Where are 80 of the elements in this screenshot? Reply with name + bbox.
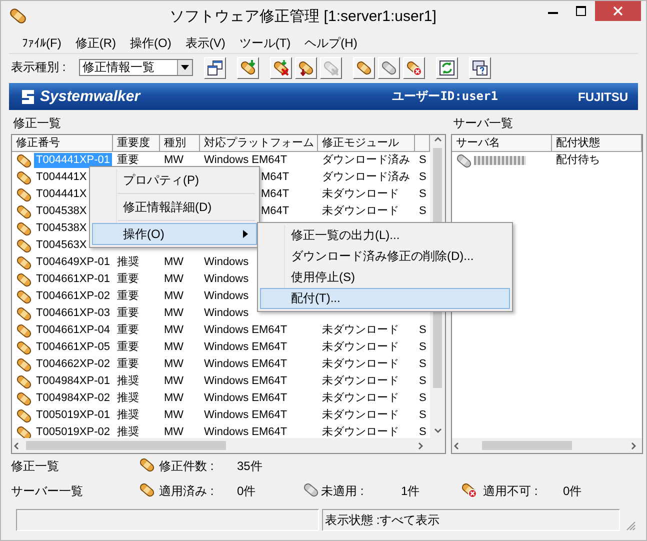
table-cell: M64T [261, 171, 290, 183]
count-label: 適用済み : [159, 483, 215, 500]
summary-label: 修正一覧 [11, 458, 60, 475]
table-cell: 未ダウンロード [322, 205, 399, 217]
status-text: 表示状態 :すべて表示 [322, 509, 620, 531]
table-cell: 重要 [117, 154, 139, 166]
table-cell: 未ダウンロード [322, 341, 399, 353]
table-cell: 推奨 [117, 426, 139, 438]
user-id: ユーザーID:user1 [392, 88, 498, 105]
table-cell: S [419, 205, 426, 217]
table-cell: Windows EM64T [204, 324, 288, 336]
table-cell: Windows EM64T [204, 375, 288, 387]
table-cell: 配付待ち [556, 154, 600, 166]
table-cell: S [419, 426, 426, 438]
table-cell: Windows [204, 256, 249, 268]
table-cell: MW [164, 290, 184, 302]
table-cell: ダウンロード済み [322, 154, 410, 166]
table-cell: MW [164, 307, 184, 319]
table-cell: 未ダウンロード [322, 324, 399, 336]
table-cell: 重要 [117, 290, 139, 302]
count-label: 修正件数 : [159, 458, 215, 475]
table-cell: 推奨 [117, 375, 139, 387]
table-cell: S [419, 324, 426, 336]
table-cell: 推奨 [117, 409, 139, 421]
table-cell: Windows EM64T [204, 409, 288, 421]
table-cell: S [419, 409, 426, 421]
table-cell: MW [164, 154, 184, 166]
pane-title: 修正一覧 [12, 115, 62, 132]
table-cell: Windows EM64T [204, 154, 288, 166]
table-cell: 未ダウンロード [322, 392, 399, 404]
table-cell: 重要 [117, 307, 139, 319]
count-value: 0件 [237, 483, 257, 500]
table-cell: 推奨 [117, 392, 139, 404]
table-cell: Windows [204, 273, 249, 285]
table-cell: 未ダウンロード [322, 358, 399, 370]
table-cell: 重要 [117, 273, 139, 285]
vendor-logo: FUJITSU [578, 90, 628, 104]
table-cell: 推奨 [117, 256, 139, 268]
logo-text: Systemwalker [40, 88, 140, 105]
table-cell: 未ダウンロード [322, 188, 399, 200]
table-cell: Windows EM64T [204, 392, 288, 404]
table-cell: MW [164, 341, 184, 353]
table-cell: 重要 [117, 341, 139, 353]
table-cell: S [419, 392, 426, 404]
table-cell: S [419, 188, 426, 200]
pane-title: サーバ一覧 [452, 115, 514, 132]
table-cell: 未ダウンロード [322, 375, 399, 387]
table-cell: MW [164, 273, 184, 285]
count-value: 35件 [237, 458, 264, 475]
window-title: ソフトウェア修正管理 [1:server1:user1] [168, 6, 438, 26]
table-cell: MW [164, 392, 184, 404]
view-type-label: 表示種別 : [11, 59, 66, 76]
table-cell: MW [164, 409, 184, 421]
count-label: 適用不可 : [483, 483, 539, 500]
table-cell: 重要 [117, 358, 139, 370]
table-cell: S [419, 375, 426, 387]
table-cell: MW [164, 358, 184, 370]
table-cell: M64T [261, 188, 290, 200]
table-cell: S [419, 171, 426, 183]
table-cell: Windows EM64T [204, 426, 288, 438]
table-cell: 未ダウンロード [322, 409, 399, 421]
table-cell: S [419, 358, 426, 370]
table-cell: Windows EM64T [204, 341, 288, 353]
table-cell: 重要 [117, 324, 139, 336]
table-cell: Windows EM64T [204, 358, 288, 370]
table-cell: MW [164, 324, 184, 336]
table-cell: S [419, 341, 426, 353]
table-cell: ダウンロード済み [322, 171, 410, 183]
summary-label: サーバー一覧 [11, 483, 84, 500]
count-value: 0件 [563, 483, 583, 500]
table-cell: Windows [204, 290, 249, 302]
table-cell: MW [164, 426, 184, 438]
table-cell: M64T [261, 205, 290, 217]
count-label: 未適用 : [321, 483, 365, 500]
table-cell: 未ダウンロード [322, 426, 399, 438]
table-cell: Windows [204, 307, 249, 319]
count-value: 1件 [401, 483, 421, 500]
table-cell: MW [164, 256, 184, 268]
table-cell: MW [164, 375, 184, 387]
table-cell: S [419, 154, 426, 166]
